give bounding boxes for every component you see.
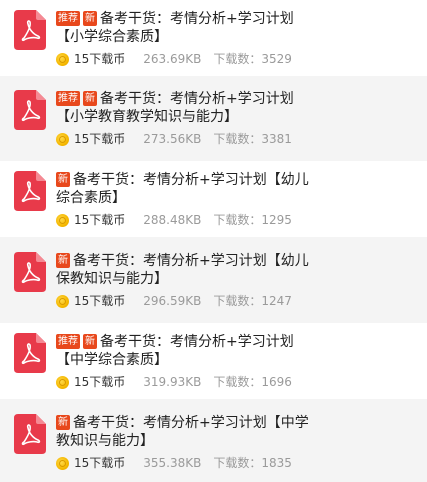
download-label: 下载数： [213,52,262,66]
item-meta: 15下载币 273.56KB 下载数： 3381 [56,131,292,147]
list-item[interactable]: 新备考干货：考情分析+学习计划【幼儿 保教知识与能力】 15下载币 296.59… [0,242,427,318]
list-item[interactable]: 推荐新备考干货：考情分析+学习计划 【中学综合素质】 15下载币 319.93K… [0,323,427,399]
price: 15下载币 [74,52,126,66]
list-item[interactable]: 新备考干货：考情分析+学习计划【中学 教知识与能力】 15下载币 355.38K… [0,404,427,480]
download-label: 下载数： [213,375,262,389]
list-item[interactable]: 推荐新备考干货：考情分析+学习计划 【小学综合素质】 15下载币 263.69K… [0,0,427,76]
download-count: 1835 [261,456,292,470]
item-meta: 15下载币 319.93KB 下载数： 1696 [56,374,292,390]
new-badge: 新 [83,91,97,106]
coin-icon [56,294,69,308]
item-meta: 15下载币 288.48KB 下载数： 1295 [56,212,292,228]
download-label: 下载数： [213,213,262,227]
new-badge: 新 [56,415,70,430]
coin-icon [56,375,69,389]
pdf-file-icon [14,10,46,50]
download-count: 3381 [261,132,292,146]
item-title[interactable]: 推荐新备考干货：考情分析+学习计划 【小学综合素质】 [56,10,417,46]
file-size: 273.56KB [143,132,202,146]
title-line2: 保教知识与能力】 [56,271,168,287]
file-size: 319.93KB [143,375,202,389]
item-meta: 15下载币 355.38KB 下载数： 1835 [56,455,292,471]
coin-icon [56,52,69,66]
item-title[interactable]: 新备考干货：考情分析+学习计划【中学 教知识与能力】 [56,414,417,450]
file-size: 263.69KB [143,52,202,66]
title-line2: 【小学综合素质】 [56,29,168,45]
title-line1: 备考干货：考情分析+学习计划 [100,91,294,107]
download-count: 1696 [261,375,292,389]
file-size: 355.38KB [143,456,202,470]
title-line1: 备考干货：考情分析+学习计划 [100,334,294,350]
list-item[interactable]: 新备考干货：考情分析+学习计划【幼儿 综合素质】 15下载币 288.48KB … [0,161,427,237]
recommend-badge: 推荐 [56,91,80,106]
download-label: 下载数： [213,456,262,470]
new-badge: 新 [83,334,97,349]
title-line1: 备考干货：考情分析+学习计划 [100,11,294,27]
coin-icon [56,456,69,470]
item-title[interactable]: 推荐新备考干货：考情分析+学习计划 【小学教育教学知识与能力】 [56,90,417,126]
price: 15下载币 [74,375,126,389]
item-title[interactable]: 新备考干货：考情分析+学习计划【幼儿 保教知识与能力】 [56,252,417,288]
price: 15下载币 [74,132,126,146]
recommend-badge: 推荐 [56,334,80,349]
download-count: 1247 [261,294,292,308]
item-title[interactable]: 新备考干货：考情分析+学习计划【幼儿 综合素质】 [56,171,417,207]
document-list: 推荐新备考干货：考情分析+学习计划 【小学综合素质】 15下载币 263.69K… [0,0,427,482]
new-badge: 新 [56,172,70,187]
price: 15下载币 [74,294,126,308]
file-size: 288.48KB [143,213,202,227]
price: 15下载币 [74,456,126,470]
pdf-file-icon [14,333,46,373]
download-count: 1295 [261,213,292,227]
list-item[interactable]: 推荐新备考干货：考情分析+学习计划 【小学教育教学知识与能力】 15下载币 27… [0,80,427,156]
item-meta: 15下载币 296.59KB 下载数： 1247 [56,293,292,309]
recommend-badge: 推荐 [56,11,80,26]
title-line2: 【小学教育教学知识与能力】 [56,109,238,125]
new-badge: 新 [83,11,97,26]
pdf-file-icon [14,414,46,454]
new-badge: 新 [56,253,70,268]
coin-icon [56,132,69,146]
title-line1: 备考干货：考情分析+学习计划【幼儿 [73,172,309,188]
title-line2: 教知识与能力】 [56,433,154,449]
item-title[interactable]: 推荐新备考干货：考情分析+学习计划 【中学综合素质】 [56,333,417,369]
price: 15下载币 [74,213,126,227]
pdf-file-icon [14,171,46,211]
pdf-file-icon [14,90,46,130]
coin-icon [56,213,69,227]
title-line1: 备考干货：考情分析+学习计划【幼儿 [73,253,309,269]
download-count: 3529 [261,52,292,66]
download-label: 下载数： [213,294,262,308]
title-line2: 综合素质】 [56,190,126,206]
file-size: 296.59KB [143,294,202,308]
download-label: 下载数： [213,132,262,146]
title-line2: 【中学综合素质】 [56,352,168,368]
title-line1: 备考干货：考情分析+学习计划【中学 [73,415,309,431]
item-meta: 15下载币 263.69KB 下载数： 3529 [56,51,292,67]
pdf-file-icon [14,252,46,292]
